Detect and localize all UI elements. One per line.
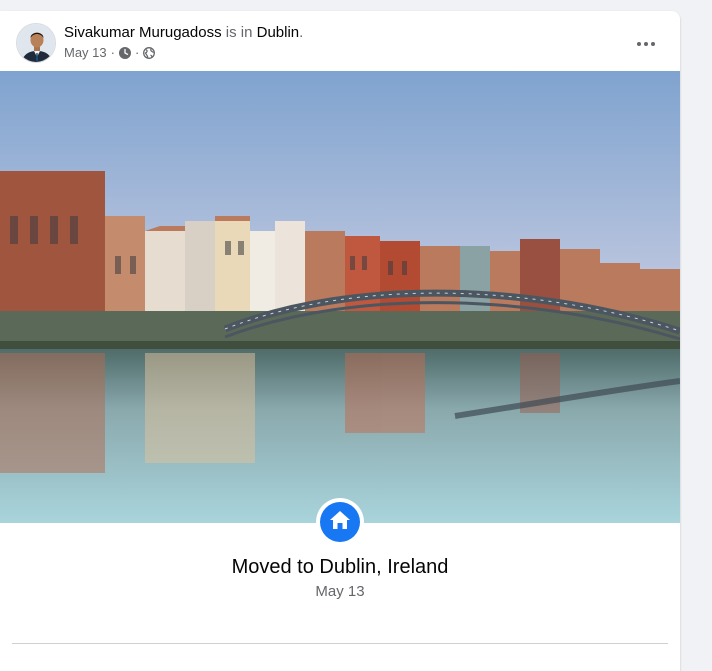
avatar[interactable] [16,23,56,63]
life-event-title: Moved to Dublin, Ireland [231,556,449,578]
post-meta: May 13 · · [64,45,156,60]
more-options-button[interactable] [628,31,664,53]
post-header: Sivakumar Murugadoss is in Dublin. May 1… [0,11,680,72]
home-icon [329,510,351,535]
meta-separator: · [110,45,115,60]
life-event-date: May 13 [315,583,365,600]
location-link[interactable]: Dublin [257,24,300,41]
author-name[interactable]: Sivakumar Murugadoss [64,24,222,41]
post-card: Sivakumar Murugadoss is in Dublin. May 1… [0,11,680,671]
post-headline: Sivakumar Murugadoss is in Dublin. [64,24,303,41]
more-options-icon [637,33,655,51]
meta-separator-2: · [134,45,140,60]
headline-period: . [299,24,304,41]
life-event-badge [316,498,364,546]
connector-text: is in [225,24,253,41]
clock-icon[interactable] [118,46,131,59]
divider [12,643,668,644]
post-date[interactable]: May 13 [64,45,107,60]
post-photo[interactable] [0,71,680,523]
globe-icon[interactable] [143,46,156,59]
